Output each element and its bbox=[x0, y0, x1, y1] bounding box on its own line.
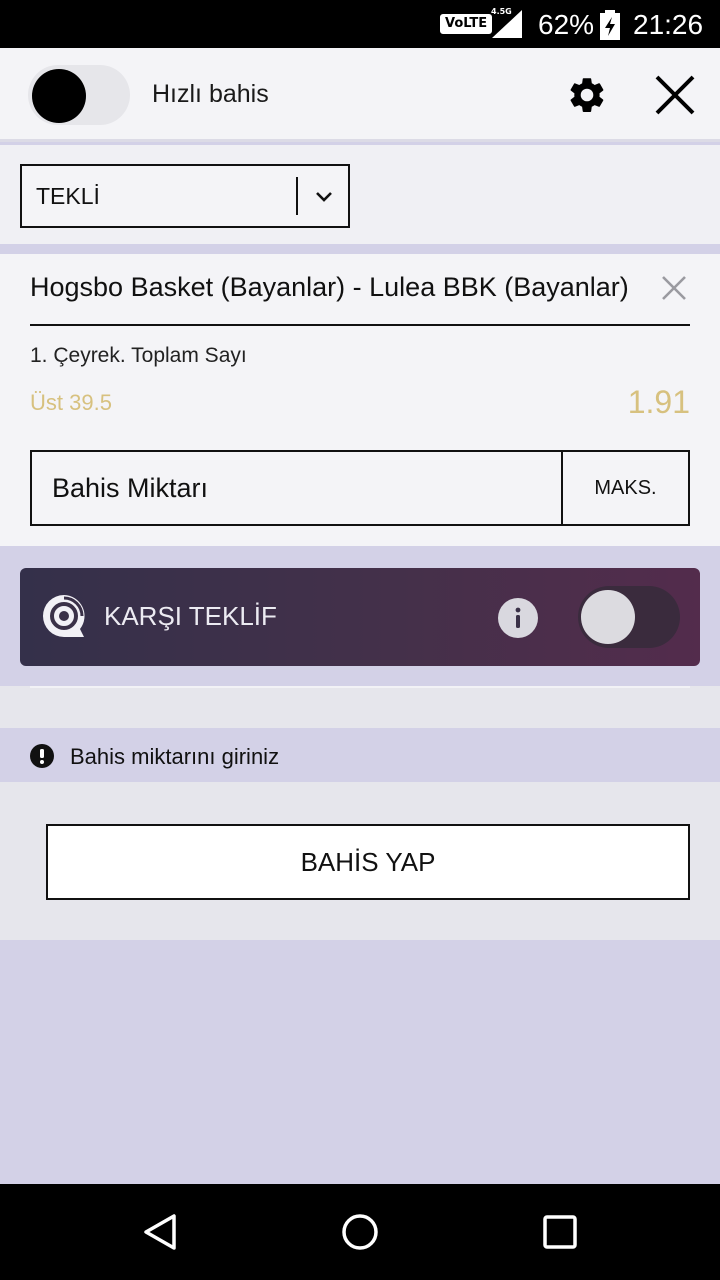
bet-type-dropdown[interactable]: TEKLİ bbox=[20, 164, 350, 228]
home-icon[interactable] bbox=[340, 1212, 380, 1252]
remove-bet-icon[interactable] bbox=[660, 274, 688, 302]
volte-badge: VoLTE bbox=[440, 14, 493, 34]
quick-bet-label: Hızlı bahis bbox=[152, 80, 269, 108]
stake-box: MAKS. bbox=[30, 450, 690, 526]
dropdown-divider bbox=[296, 177, 298, 215]
counter-offer-toggle[interactable] bbox=[578, 586, 680, 648]
toggle-knob bbox=[581, 590, 635, 644]
section-gap bbox=[0, 686, 720, 728]
gear-icon[interactable] bbox=[566, 74, 608, 116]
navigation-bar bbox=[0, 1184, 720, 1280]
chevron-down-icon bbox=[316, 192, 332, 202]
max-stake-button[interactable]: MAKS. bbox=[563, 452, 688, 524]
warning-text: Bahis miktarını giriniz bbox=[70, 744, 280, 769]
signal-icon bbox=[492, 10, 522, 38]
info-glyph bbox=[515, 607, 521, 628]
match-divider bbox=[30, 324, 690, 326]
quick-bet-toggle[interactable] bbox=[28, 65, 130, 125]
clock: 21:26 bbox=[633, 9, 704, 40]
bet-type-value: TEKLİ bbox=[36, 183, 100, 209]
battery-percent: 62% bbox=[538, 9, 595, 40]
counter-offer-banner: KARŞI TEKLİF bbox=[20, 568, 700, 666]
betslip-header: Hızlı bahis bbox=[0, 48, 720, 142]
bet-type-area: TEKLİ bbox=[0, 145, 720, 249]
info-icon[interactable] bbox=[498, 598, 538, 638]
counter-offer-logo-icon bbox=[42, 595, 85, 637]
stake-input[interactable] bbox=[32, 452, 562, 524]
back-icon[interactable] bbox=[140, 1212, 180, 1252]
counter-offer-label: KARŞI TEKLİF bbox=[104, 601, 277, 631]
close-icon[interactable] bbox=[652, 72, 698, 118]
odds-value: 1.91 bbox=[627, 384, 690, 420]
selection-name: Üst 39.5 bbox=[30, 390, 112, 415]
stake-warning: Bahis miktarını giriniz bbox=[0, 728, 720, 782]
counter-offer-area: KARŞI TEKLİF bbox=[0, 546, 720, 686]
divider bbox=[30, 686, 690, 688]
match-title: Hogsbo Basket (Bayanlar) - Lulea BBK (Ba… bbox=[30, 272, 629, 302]
toggle-knob bbox=[32, 69, 86, 123]
place-bet-area: BAHİS YAP bbox=[0, 782, 720, 940]
market-name: 1. Çeyrek. Toplam Sayı bbox=[30, 344, 247, 367]
bet-card: Hogsbo Basket (Bayanlar) - Lulea BBK (Ba… bbox=[0, 254, 720, 546]
recent-apps-icon[interactable] bbox=[540, 1212, 580, 1252]
place-bet-button[interactable]: BAHİS YAP bbox=[46, 824, 690, 900]
battery-charging-icon bbox=[600, 10, 620, 40]
alert-icon bbox=[30, 744, 54, 768]
status-bar: VoLTE 4.5G 62% 21:26 bbox=[0, 0, 720, 48]
